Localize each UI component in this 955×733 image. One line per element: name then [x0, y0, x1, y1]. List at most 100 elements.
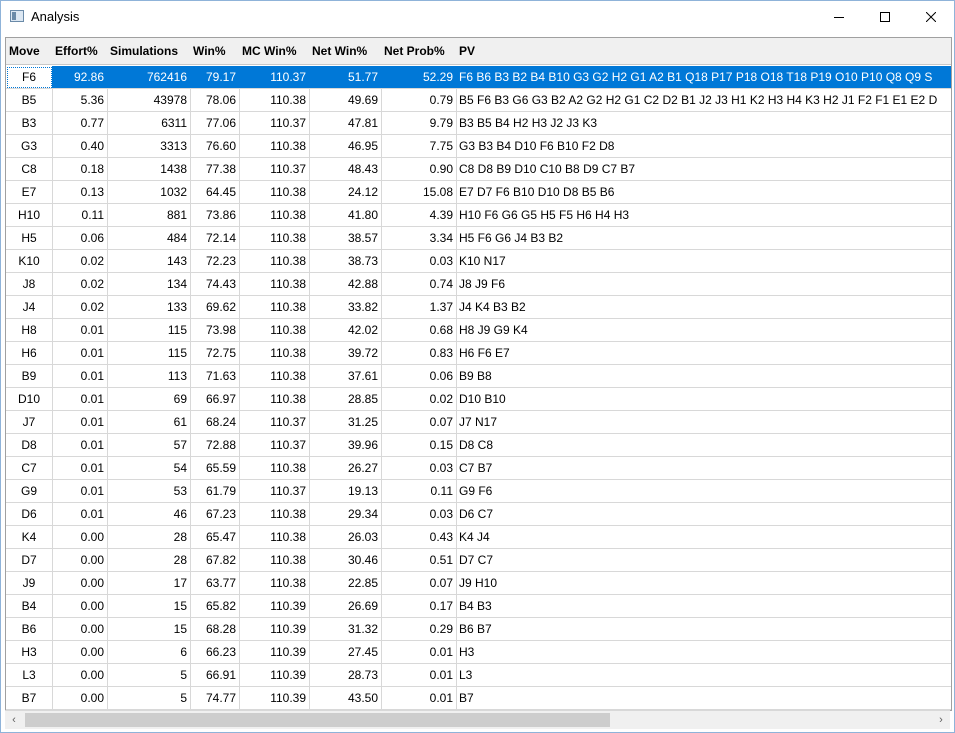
cell-net-prob[interactable]: 0.01: [381, 687, 457, 710]
cell-net-prob[interactable]: 0.03: [381, 503, 457, 526]
cell-win[interactable]: 73.86: [190, 204, 240, 227]
cell-simulations[interactable]: 5: [107, 664, 191, 687]
cell-mc-win[interactable]: 110.38: [239, 273, 310, 296]
cell-effort[interactable]: 0.02: [52, 296, 108, 319]
table-row[interactable]: F6 92.86 762416 79.17 110.37 51.77 52.29 F6 B6 …: [6, 66, 951, 89]
cell-mc-win[interactable]: 110.38: [239, 181, 310, 204]
cell-net-win[interactable]: 28.73: [309, 664, 382, 687]
cell-simulations[interactable]: 57: [107, 434, 191, 457]
cell-effort[interactable]: 0.00: [52, 549, 108, 572]
cell-simulations[interactable]: 61: [107, 411, 191, 434]
cell-net-win[interactable]: 42.02: [309, 319, 382, 342]
cell-move[interactable]: E7: [6, 181, 53, 204]
cell-net-win[interactable]: 51.77: [309, 66, 382, 89]
close-button[interactable]: [908, 1, 954, 32]
cell-move[interactable]: H8: [6, 319, 53, 342]
cell-net-prob[interactable]: 0.17: [381, 595, 457, 618]
cell-simulations[interactable]: 115: [107, 342, 191, 365]
table-row[interactable]: G3 0.40 3313 76.60 110.38 46.95 7.75 G3 B3 B4 D…: [6, 135, 951, 158]
cell-pv[interactable]: J4 K4 B3 B2: [456, 296, 951, 319]
cell-pv[interactable]: K10 N17: [456, 250, 951, 273]
cell-move[interactable]: C8: [6, 158, 53, 181]
cell-effort[interactable]: 0.01: [52, 388, 108, 411]
cell-move[interactable]: J8: [6, 273, 53, 296]
cell-net-prob[interactable]: 0.07: [381, 411, 457, 434]
cell-win[interactable]: 77.38: [190, 158, 240, 181]
cell-net-win[interactable]: 26.27: [309, 457, 382, 480]
cell-mc-win[interactable]: 110.38: [239, 227, 310, 250]
cell-mc-win[interactable]: 110.38: [239, 342, 310, 365]
cell-move[interactable]: B9: [6, 365, 53, 388]
cell-effort[interactable]: 0.02: [52, 273, 108, 296]
cell-net-win[interactable]: 49.69: [309, 89, 382, 112]
cell-win[interactable]: 63.77: [190, 572, 240, 595]
cell-net-win[interactable]: 39.72: [309, 342, 382, 365]
cell-win[interactable]: 72.88: [190, 434, 240, 457]
cell-simulations[interactable]: 43978: [107, 89, 191, 112]
cell-win[interactable]: 71.63: [190, 365, 240, 388]
cell-move[interactable]: D7: [6, 549, 53, 572]
cell-win[interactable]: 64.45: [190, 181, 240, 204]
cell-pv[interactable]: J8 J9 F6: [456, 273, 951, 296]
cell-win[interactable]: 66.91: [190, 664, 240, 687]
cell-net-prob[interactable]: 0.90: [381, 158, 457, 181]
cell-move[interactable]: B6: [6, 618, 53, 641]
cell-mc-win[interactable]: 110.38: [239, 457, 310, 480]
cell-move[interactable]: H3: [6, 641, 53, 664]
cell-net-prob[interactable]: 0.07: [381, 572, 457, 595]
cell-effort[interactable]: 0.01: [52, 503, 108, 526]
cell-move[interactable]: J9: [6, 572, 53, 595]
table-row[interactable]: J7 0.01 61 68.24 110.37 31.25 0.07 J7 N17: [6, 411, 951, 434]
cell-effort[interactable]: 0.13: [52, 181, 108, 204]
cell-effort[interactable]: 0.00: [52, 687, 108, 710]
cell-net-win[interactable]: 42.88: [309, 273, 382, 296]
table-row[interactable]: H10 0.11 881 73.86 110.38 41.80 4.39 H10 F6 G6 …: [6, 204, 951, 227]
table-row[interactable]: D7 0.00 28 67.82 110.38 30.46 0.51 D7 C7: [6, 549, 951, 572]
cell-mc-win[interactable]: 110.39: [239, 641, 310, 664]
minimize-button[interactable]: [816, 1, 862, 32]
cell-effort[interactable]: 0.00: [52, 595, 108, 618]
cell-pv[interactable]: K4 J4: [456, 526, 951, 549]
cell-pv[interactable]: L3: [456, 664, 951, 687]
cell-move[interactable]: H10: [6, 204, 53, 227]
scrollbar-thumb[interactable]: [25, 713, 610, 727]
cell-mc-win[interactable]: 110.38: [239, 503, 310, 526]
cell-simulations[interactable]: 113: [107, 365, 191, 388]
horizontal-scrollbar[interactable]: ‹ ›: [5, 710, 950, 729]
cell-net-win[interactable]: 22.85: [309, 572, 382, 595]
cell-simulations[interactable]: 6: [107, 641, 191, 664]
cell-mc-win[interactable]: 110.37: [239, 434, 310, 457]
cell-move[interactable]: J7: [6, 411, 53, 434]
cell-mc-win[interactable]: 110.38: [239, 89, 310, 112]
table-row[interactable]: B9 0.01 113 71.63 110.38 37.61 0.06 B9 B8: [6, 365, 951, 388]
cell-mc-win[interactable]: 110.38: [239, 388, 310, 411]
table-row[interactable]: K4 0.00 28 65.47 110.38 26.03 0.43 K4 J4: [6, 526, 951, 549]
cell-effort[interactable]: 5.36: [52, 89, 108, 112]
cell-move[interactable]: F6: [6, 66, 53, 89]
column-header-effort[interactable]: Effort%: [52, 38, 108, 65]
table-row[interactable]: L3 0.00 5 66.91 110.39 28.73 0.01 L3: [6, 664, 951, 687]
cell-win[interactable]: 66.23: [190, 641, 240, 664]
column-header-net-win[interactable]: Net Win%: [309, 38, 382, 65]
cell-net-win[interactable]: 38.73: [309, 250, 382, 273]
cell-win[interactable]: 68.24: [190, 411, 240, 434]
cell-pv[interactable]: H5 F6 G6 J4 B3 B2: [456, 227, 951, 250]
cell-mc-win[interactable]: 110.37: [239, 158, 310, 181]
cell-effort[interactable]: 92.86: [52, 66, 108, 89]
cell-win[interactable]: 72.23: [190, 250, 240, 273]
cell-effort[interactable]: 0.00: [52, 618, 108, 641]
cell-net-prob[interactable]: 0.03: [381, 250, 457, 273]
cell-effort[interactable]: 0.01: [52, 457, 108, 480]
cell-simulations[interactable]: 1032: [107, 181, 191, 204]
cell-net-win[interactable]: 26.69: [309, 595, 382, 618]
cell-move[interactable]: B3: [6, 112, 53, 135]
table-row[interactable]: B5 5.36 43978 78.06 110.38 49.69 0.79 B5 F6 B3 …: [6, 89, 951, 112]
cell-pv[interactable]: H6 F6 E7: [456, 342, 951, 365]
cell-move[interactable]: D10: [6, 388, 53, 411]
cell-simulations[interactable]: 5: [107, 687, 191, 710]
cell-win[interactable]: 72.14: [190, 227, 240, 250]
cell-pv[interactable]: B6 B7: [456, 618, 951, 641]
cell-simulations[interactable]: 28: [107, 549, 191, 572]
cell-simulations[interactable]: 54: [107, 457, 191, 480]
cell-simulations[interactable]: 881: [107, 204, 191, 227]
